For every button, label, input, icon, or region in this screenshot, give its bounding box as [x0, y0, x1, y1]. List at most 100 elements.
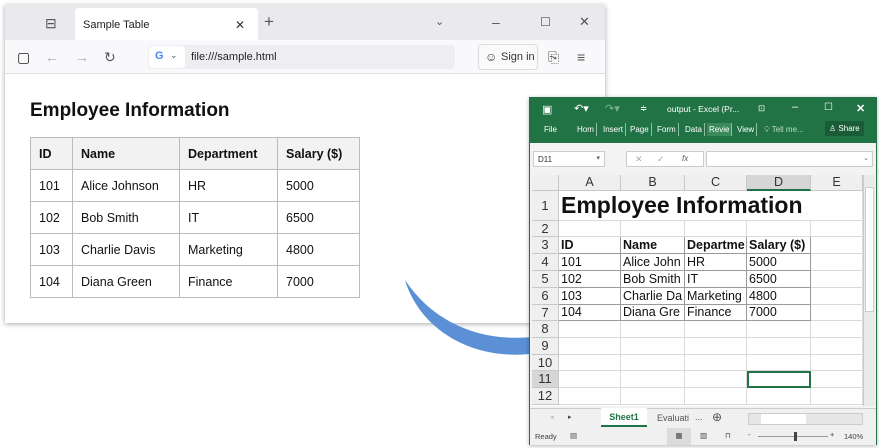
spreadsheet-grid[interactable]: A B C D E 1 2 3 4 5 6 7 8 9 10 11 12 ID Name Departme Salary… — [532, 175, 863, 406]
row-header-7[interactable]: 7 — [532, 305, 559, 321]
cell[interactable] — [747, 338, 811, 355]
row-header-2[interactable]: 2 — [532, 221, 559, 237]
close-icon[interactable]: ✕ — [856, 102, 865, 115]
cell[interactable] — [811, 388, 863, 405]
cell[interactable] — [685, 221, 747, 237]
cell[interactable] — [621, 355, 685, 371]
normal-view-icon[interactable]: ▦ — [667, 428, 691, 445]
cell[interactable] — [811, 191, 863, 221]
cell[interactable] — [559, 388, 621, 405]
cell[interactable]: 104 — [559, 305, 621, 321]
cell[interactable] — [747, 355, 811, 371]
row-header-6[interactable]: 6 — [532, 288, 559, 305]
close-tab-icon[interactable]: ✕ — [235, 17, 245, 33]
ribbon-tab-page[interactable]: Page — [628, 123, 652, 136]
back-icon[interactable]: ← — [45, 49, 59, 65]
tab-overview-icon[interactable]: ⊟ — [45, 15, 57, 31]
cell[interactable]: 5000 — [747, 254, 811, 271]
ribbon-tab-review[interactable]: Revie — [707, 123, 733, 136]
cell[interactable] — [559, 355, 621, 371]
cell[interactable]: 4800 — [747, 288, 811, 305]
cell[interactable] — [685, 321, 747, 338]
column-header-D[interactable]: D — [747, 175, 811, 191]
cell[interactable]: Finance — [685, 305, 747, 321]
cell[interactable]: ID — [559, 237, 621, 254]
cell[interactable]: Salary ($) — [747, 237, 811, 254]
ribbon-display-icon[interactable]: ⊡ — [758, 103, 765, 114]
cell[interactable] — [811, 355, 863, 371]
cell[interactable]: Charlie Da — [621, 288, 685, 305]
cell[interactable]: 6500 — [747, 271, 811, 288]
selected-cell[interactable] — [747, 371, 811, 388]
zoom-slider[interactable] — [758, 432, 828, 441]
formula-input[interactable]: ⌄ — [706, 151, 873, 167]
cell[interactable] — [621, 221, 685, 237]
cell[interactable]: Diana Gre — [621, 305, 685, 321]
prev-sheet-icon[interactable]: ◂ — [550, 413, 554, 421]
cell[interactable] — [811, 221, 863, 237]
cancel-icon[interactable]: ✕ — [635, 154, 643, 165]
cell[interactable]: Marketing — [685, 288, 747, 305]
next-sheet-icon[interactable]: ▸ — [568, 413, 572, 421]
row-header-10[interactable]: 10 — [532, 355, 559, 371]
undo-icon[interactable]: ↶▾ — [574, 102, 589, 115]
new-tab-icon[interactable]: + — [264, 13, 274, 30]
vertical-scrollbar[interactable] — [863, 175, 875, 406]
h-scroll-thumb[interactable] — [761, 414, 806, 424]
tab-sample-table[interactable]: Sample Table ✕ — [75, 8, 258, 40]
zoom-out-icon[interactable]: - — [748, 430, 751, 439]
address-bar[interactable]: G ⌄ file:///sample.html — [148, 45, 455, 69]
row-header-11[interactable]: 11 — [532, 371, 559, 388]
forward-icon[interactable]: → — [75, 49, 89, 65]
cell[interactable] — [685, 371, 747, 388]
scroll-thumb[interactable] — [865, 187, 874, 312]
reload-icon[interactable]: ↻ — [104, 49, 116, 65]
cell[interactable] — [621, 388, 685, 405]
row-header-9[interactable]: 9 — [532, 338, 559, 355]
cell[interactable] — [685, 355, 747, 371]
menu-icon[interactable]: ≡ — [577, 49, 585, 65]
cell[interactable]: Departme — [685, 237, 747, 254]
zoom-in-icon[interactable]: + — [830, 430, 834, 439]
cell[interactable]: Alice John — [621, 254, 685, 271]
cell[interactable]: IT — [685, 271, 747, 288]
tell-me-box[interactable]: 💡︎ Tell me... — [762, 123, 806, 137]
cell[interactable] — [811, 371, 863, 388]
cell[interactable] — [811, 338, 863, 355]
cell[interactable] — [559, 221, 621, 237]
save-icon[interactable]: ▣ — [542, 103, 552, 116]
cell[interactable] — [747, 221, 811, 237]
cell[interactable] — [811, 237, 863, 254]
row-header-4[interactable]: 4 — [532, 254, 559, 271]
minimize-icon[interactable]: – — [492, 14, 500, 30]
row-header-3[interactable]: 3 — [532, 237, 559, 254]
close-window-icon[interactable]: ✕ — [579, 14, 590, 30]
cell[interactable]: 103 — [559, 288, 621, 305]
column-header-A[interactable]: A — [559, 175, 621, 191]
cell[interactable] — [559, 371, 621, 388]
cell[interactable] — [747, 321, 811, 338]
cell[interactable] — [685, 338, 747, 355]
cell[interactable]: 102 — [559, 271, 621, 288]
expand-icon[interactable]: ⌄ — [863, 154, 869, 162]
cell[interactable] — [621, 338, 685, 355]
column-header-C[interactable]: C — [685, 175, 747, 191]
title-cell[interactable]: Employee Information — [559, 191, 811, 221]
ribbon-tab-data[interactable]: Data — [683, 123, 705, 136]
extensions-icon[interactable]: ⎘ — [548, 49, 559, 65]
row-header-5[interactable]: 5 — [532, 271, 559, 288]
cell[interactable]: 7000 — [747, 305, 811, 321]
cell[interactable] — [811, 305, 863, 321]
insert-function-icon[interactable]: fx — [682, 154, 688, 163]
page-break-icon[interactable]: ⊓ — [725, 431, 731, 440]
cell[interactable]: HR — [685, 254, 747, 271]
sheet-tab-evaluation[interactable]: Evaluati — [657, 413, 689, 423]
cell[interactable] — [811, 288, 863, 305]
cell[interactable]: Bob Smith — [621, 271, 685, 288]
zoom-slider-thumb[interactable] — [794, 432, 797, 441]
tab-list-chevron-icon[interactable]: ⌄ — [435, 14, 444, 30]
cell[interactable] — [559, 338, 621, 355]
cell[interactable]: Name — [621, 237, 685, 254]
ribbon-tab-file[interactable]: File — [542, 123, 559, 136]
cell[interactable] — [811, 271, 863, 288]
